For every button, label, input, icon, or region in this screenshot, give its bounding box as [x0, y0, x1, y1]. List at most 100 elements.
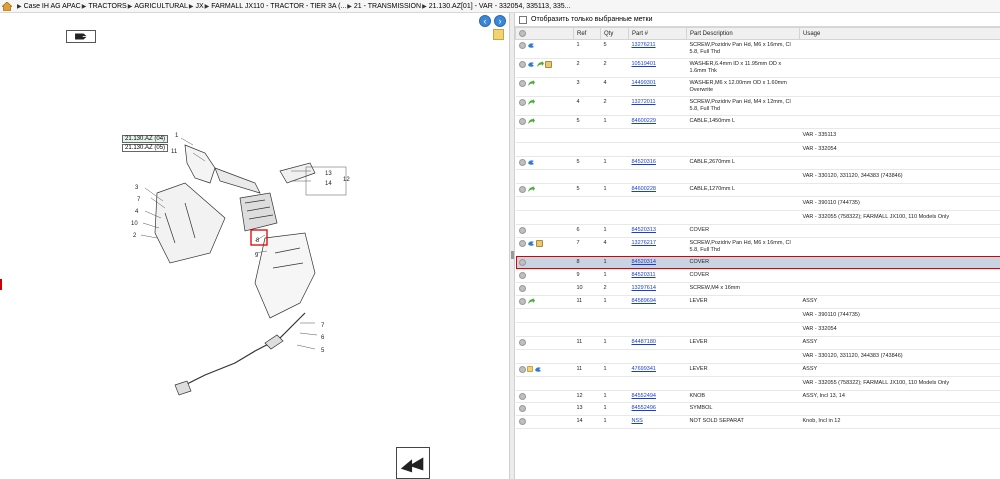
forward-icon[interactable] [527, 99, 535, 106]
table-row[interactable]: 5 1 84600228 CABLE,1270mm L [515, 183, 1000, 197]
add-to-cart-icon[interactable] [518, 226, 526, 234]
callout-label[interactable]: 5 [321, 348, 325, 354]
table-row[interactable]: 8 1 84520314 COVER [515, 256, 1000, 270]
add-to-cart-icon[interactable] [518, 405, 526, 413]
callout-label[interactable]: 4 [135, 209, 139, 215]
replace-icon[interactable] [534, 366, 542, 373]
callout-label[interactable]: 9 [255, 253, 259, 259]
cell-part-text[interactable]: 84520316 [632, 159, 656, 165]
cell-part-text[interactable]: 84552494 [632, 393, 656, 399]
table-row[interactable]: 4 2 13272011 SCREW,Pozidriv Pan Hd, M4 x 12… [515, 96, 1000, 116]
callout-label[interactable]: 13 [325, 171, 332, 177]
add-to-cart-icon[interactable] [518, 392, 526, 400]
header-description[interactable]: Part Description [686, 27, 800, 40]
add-to-cart-icon[interactable] [518, 42, 526, 49]
header-ref[interactable]: Ref [573, 27, 601, 40]
note-icon[interactable] [526, 366, 533, 373]
callout-label[interactable]: 11 [171, 149, 178, 155]
header-part-number[interactable]: Part # [628, 27, 687, 40]
cell-part-text[interactable]: 84520311 [632, 272, 656, 278]
show-selected-checkbox[interactable] [519, 15, 527, 24]
package-icon[interactable] [544, 61, 552, 68]
table-usage-row[interactable]: VAR - 390110 (744735) [515, 308, 1000, 323]
callout-label[interactable]: 2 [133, 233, 137, 239]
add-to-cart-icon[interactable] [518, 258, 526, 266]
table-row[interactable]: 10 2 13297614 SCREW,M4 x 16mm [515, 282, 1000, 296]
add-to-cart-icon[interactable] [518, 338, 526, 346]
add-to-cart-icon[interactable] [518, 271, 526, 279]
table-usage-row[interactable]: VAR - 332054 [515, 142, 1000, 157]
add-to-cart-icon[interactable] [518, 365, 526, 373]
callout-label[interactable]: 1 [175, 133, 179, 139]
table-usage-row[interactable]: VAR - 332054 [515, 322, 1000, 337]
table-row[interactable]: 9 1 84520311 COVER [515, 269, 1000, 283]
table-row[interactable]: 3 4 14499301 WASHER,M6 x 12.00mm OD x 1.60m… [515, 77, 1000, 97]
forward-icon[interactable] [536, 61, 544, 68]
add-to-cart-icon[interactable] [518, 158, 526, 166]
cell-part-text[interactable]: 10519401 [632, 61, 656, 67]
table-row[interactable]: 5 1 84520316 CABLE,2670mm L [515, 156, 1000, 170]
table-usage-row[interactable]: VAR - 332055 (758322); FARMALL JX100, 11… [515, 210, 1000, 225]
replace-icon[interactable] [527, 61, 535, 68]
table-usage-row[interactable]: VAR - 335113 [515, 128, 1000, 143]
cell-part-text[interactable]: 84589694 [632, 298, 656, 304]
replace-icon[interactable] [527, 159, 535, 166]
callout-label[interactable]: 3 [135, 185, 139, 191]
add-to-cart-icon[interactable] [518, 239, 526, 247]
cell-part-text[interactable]: 14499301 [632, 80, 656, 86]
add-to-cart-icon[interactable] [518, 118, 526, 125]
table-usage-row[interactable]: VAR - 390110 (744735) [515, 196, 1000, 211]
add-to-cart-icon[interactable] [518, 284, 526, 292]
cell-part-text[interactable]: 13276217 [632, 240, 656, 246]
callout-label[interactable]: 7 [137, 197, 141, 203]
breadcrumb-item[interactable]: 21.130.AZ[01] - VAR - 332054, 335113, 33… [429, 3, 571, 10]
cell-part-text[interactable]: 84520314 [632, 259, 656, 265]
table-row[interactable]: 1 5 13276211 SCREW,Pozidriv Pan Hd, M6 x 16… [515, 39, 1000, 59]
add-to-cart-icon[interactable] [518, 61, 526, 68]
forward-icon[interactable] [527, 185, 535, 193]
table-row[interactable]: 13 1 84552496 SYMBOL [515, 402, 1000, 417]
home-icon[interactable] [2, 1, 12, 11]
prev-diagram-button[interactable]: ‹ [479, 15, 491, 27]
table-row[interactable]: 11 1 84589694 LEVER ASSY [515, 295, 1000, 309]
package-icon[interactable] [535, 239, 543, 247]
breadcrumb-item[interactable]: TRACTORS [88, 3, 126, 10]
table-row[interactable]: 12 1 84552494 KNOB ASSY, Incl 13, 14 [515, 390, 1000, 404]
callout-label[interactable]: 7 [321, 323, 325, 329]
table-row[interactable]: 5 1 84600229 CABLE,1450mm L [515, 115, 1000, 129]
cell-part-text[interactable]: 84520313 [632, 227, 656, 233]
breadcrumb-item[interactable]: 21 - TRANSMISSION [354, 3, 421, 10]
callout-label[interactable]: 8 [256, 238, 260, 244]
add-to-cart-icon[interactable] [518, 80, 526, 87]
cell-part-text[interactable]: 84600228 [632, 186, 656, 192]
breadcrumb-item[interactable]: AGRICULTURAL [134, 3, 188, 10]
cell-part-text[interactable]: 13276211 [632, 42, 656, 48]
splitter-grip-icon[interactable] [511, 251, 514, 259]
cell-part-text[interactable]: NSS [632, 418, 643, 424]
breadcrumb-item[interactable]: FARMALL JX110 - TRACTOR - TIER 3A (... [211, 3, 346, 10]
cell-part-text[interactable]: 47699341 [632, 366, 656, 372]
cell-part-text[interactable]: 13272011 [632, 99, 656, 105]
forward-icon[interactable] [527, 297, 535, 305]
table-usage-row[interactable]: VAR - 330120, 331120, 344383 (743846) [515, 169, 1000, 184]
table-row[interactable]: 11 1 84487180 LEVER ASSY [515, 336, 1000, 350]
table-row[interactable]: 6 1 84520313 COVER [515, 224, 1000, 238]
table-row[interactable]: 7 4 13276217 SCREW,Pozidriv Pan Hd, M6 x 16… [515, 237, 1000, 257]
add-to-cart-icon[interactable] [518, 297, 526, 305]
cell-part-text[interactable]: 84487180 [632, 339, 656, 345]
flag-icon[interactable] [66, 30, 96, 43]
add-to-cart-icon[interactable] [518, 418, 526, 426]
notes-icon[interactable] [493, 29, 504, 40]
header-usage[interactable]: Usage [799, 27, 1000, 40]
cell-part-text[interactable]: 13297614 [632, 285, 656, 291]
next-diagram-button[interactable]: › [494, 15, 506, 27]
table-row[interactable]: 14 1 NSS NOT SOLD SEPARAT Knob, Incl in 12 [515, 415, 1000, 430]
callout-label[interactable]: 14 [325, 181, 332, 187]
breadcrumb-item[interactable]: Case IH AG APAC [24, 3, 81, 10]
breadcrumb-item[interactable]: JX [195, 3, 203, 10]
add-to-cart-icon[interactable] [518, 185, 526, 193]
table-usage-row[interactable]: VAR - 330120, 331120, 344383 (743846) [515, 349, 1000, 364]
cell-part-text[interactable]: 84600229 [632, 118, 656, 124]
header-qty[interactable]: Qty [600, 27, 629, 40]
callout-label[interactable]: 12 [343, 177, 350, 183]
